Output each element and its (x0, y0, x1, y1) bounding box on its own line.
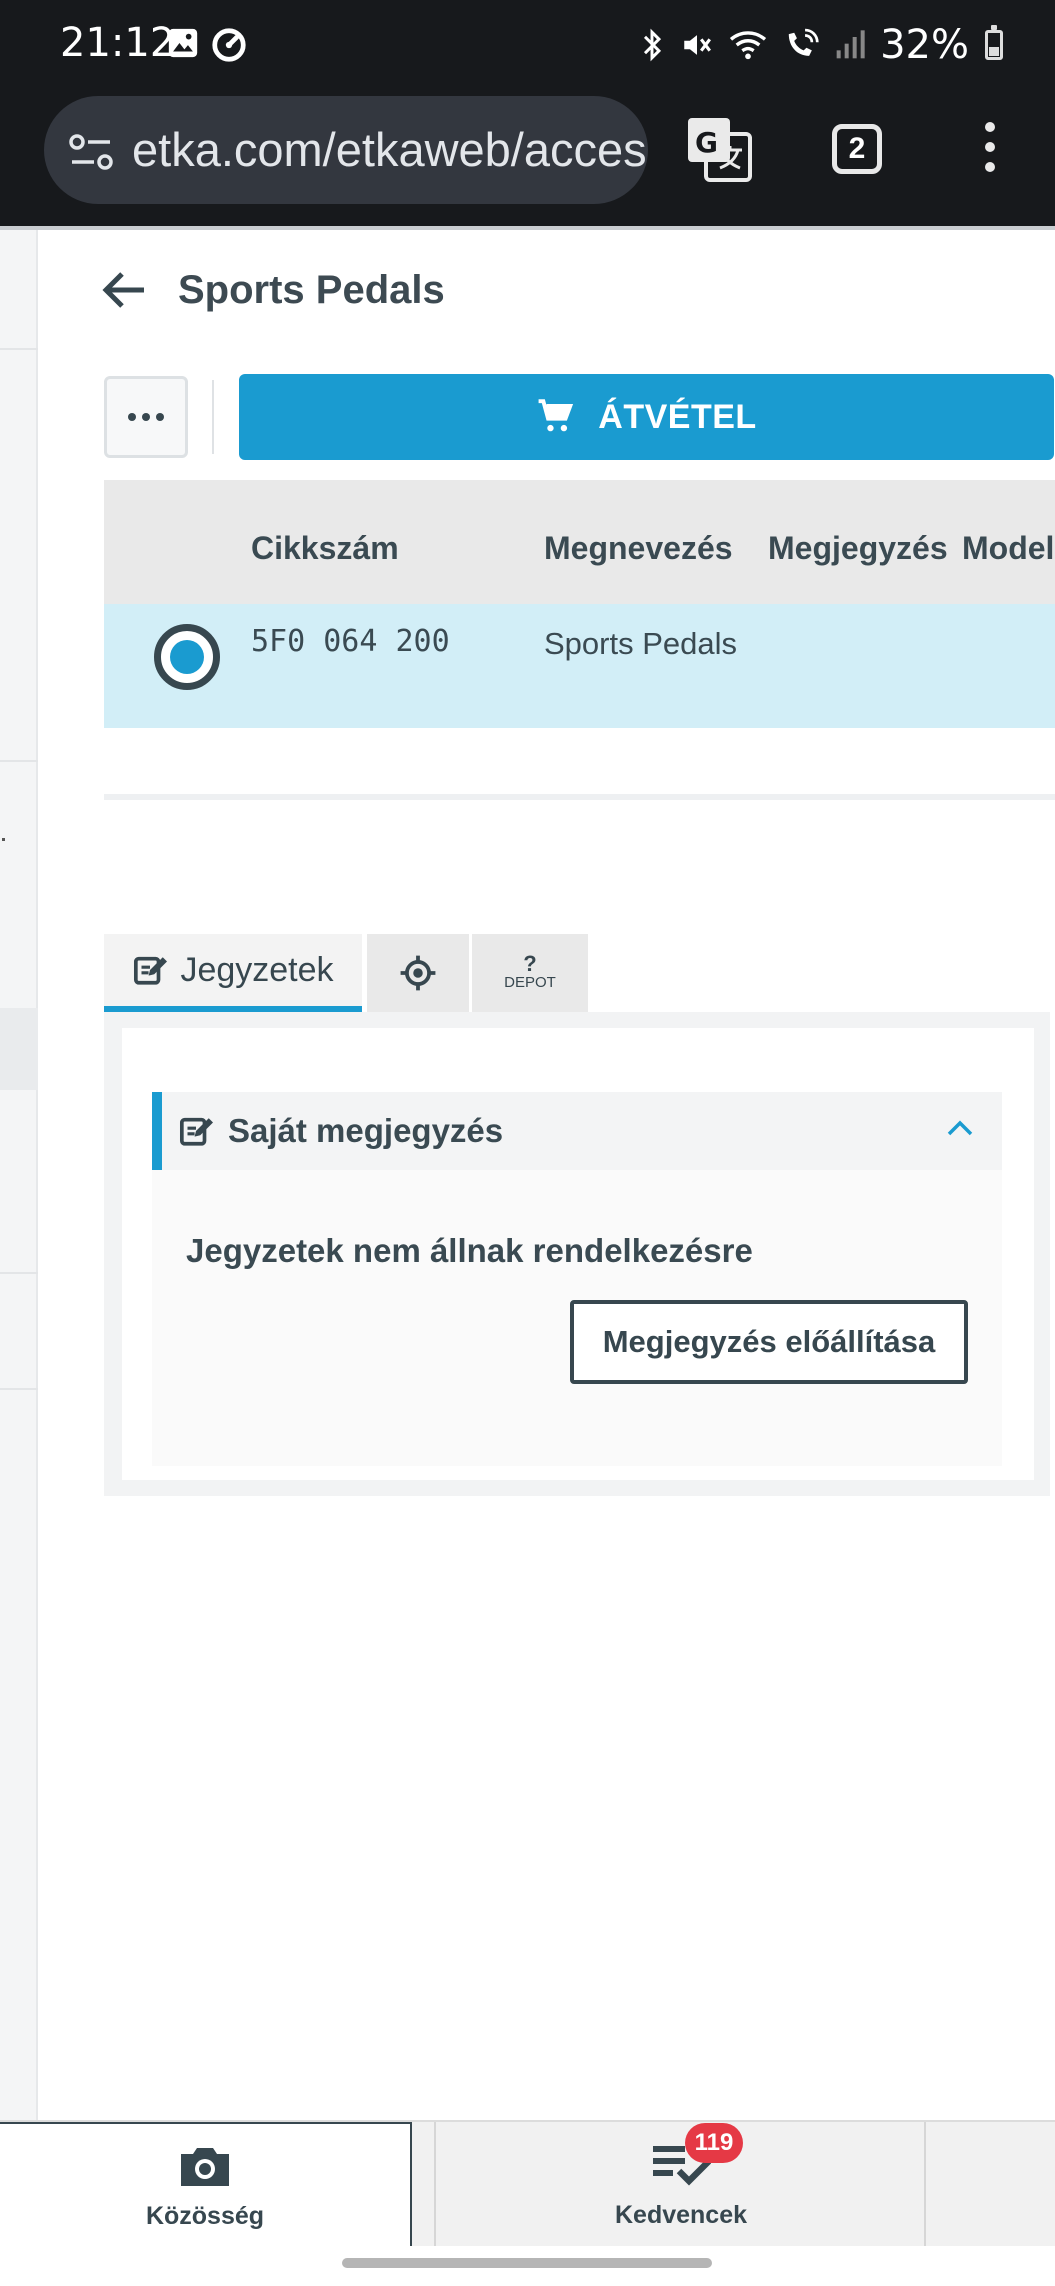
browser-toolbar: etka.com/etkaweb/access G 2 (0, 92, 1055, 226)
site-settings-icon[interactable] (68, 134, 114, 170)
notes-panel-inner: Saját megjegyzés Jegyzetek nem állnak re… (122, 1028, 1034, 1480)
more-vert-icon[interactable] (980, 122, 1000, 178)
nav-favorites-label: Kedvencek (614, 2200, 748, 2229)
nav-community-label: Közösség (145, 2201, 265, 2230)
depot-label: DEPOT (504, 974, 556, 991)
url-text: etka.com/etkaweb/access (132, 123, 648, 176)
status-left-icons (166, 26, 248, 64)
nav-community[interactable]: Közösség (0, 2122, 412, 2248)
tab-depot[interactable]: ? DEPOT (472, 934, 588, 1012)
status-time: 21:12 (60, 20, 176, 66)
table-header: Cikkszám Megnevezés Megjegyzés Model (104, 480, 1055, 604)
own-note-accordion-body: Jegyzetek nem állnak rendelkezésre Megje… (152, 1170, 1002, 1466)
create-note-button[interactable]: Megjegyzés előállítása (570, 1300, 968, 1384)
table-bottom-divider (104, 794, 1055, 800)
wifi-icon (729, 31, 767, 60)
battery-percent: 32% (880, 22, 969, 68)
crosshair-icon (400, 955, 436, 991)
mute-icon (684, 35, 712, 55)
depot-question-mark: ? (523, 951, 537, 976)
favorites-badge: 119 (685, 2122, 743, 2163)
page-title: Sports Pedals (178, 267, 445, 312)
home-indicator[interactable] (342, 2258, 712, 2268)
status-right: 32% (638, 22, 1003, 68)
cart-icon (538, 399, 574, 432)
own-note-accordion-header[interactable]: Saját megjegyzés (152, 1092, 1002, 1170)
no-notes-text: Jegyzetek nem állnak rendelkezésre (186, 1232, 753, 1269)
column-part-number[interactable]: Cikkszám (251, 530, 399, 567)
column-name[interactable]: Megnevezés (544, 530, 733, 567)
chevron-up-icon[interactable] (946, 1118, 974, 1138)
table-row[interactable] (104, 604, 1055, 728)
sync-icon (212, 28, 246, 62)
bluetooth-icon (644, 28, 662, 62)
rail-selected-block[interactable] (0, 1008, 38, 1090)
accept-button-label: ÁTVÉTEL (598, 397, 757, 436)
tab-locate[interactable] (367, 934, 469, 1012)
rail-divider (0, 348, 38, 350)
back-arrow-icon[interactable] (100, 266, 148, 314)
wifi-call-icon (788, 28, 819, 56)
left-rail (0, 230, 38, 2120)
battery-icon (985, 25, 1003, 60)
edit-note-icon (134, 956, 168, 985)
toolbar-separator (212, 380, 214, 454)
own-note-title: Saját megjegyzés (228, 1112, 504, 1149)
camera-icon (181, 2147, 229, 2186)
signal-icon (836, 30, 865, 59)
column-note[interactable]: Megjegyzés (768, 530, 948, 567)
edit-note-icon (179, 1117, 213, 1146)
nav-separator (924, 2122, 926, 2248)
row-name: Sports Pedals (544, 626, 737, 661)
favorites-icon-wrap: 119 (651, 2122, 743, 2189)
rail-divider (0, 1388, 38, 1390)
more-options-button[interactable] (104, 376, 188, 458)
tabs-count-button[interactable]: 2 (832, 124, 882, 174)
notes-panel: Saját megjegyzés Jegyzetek nem állnak re… (104, 1012, 1050, 1496)
accept-button[interactable]: ÁTVÉTEL (239, 374, 1054, 460)
image-icon (168, 28, 198, 58)
row-part-number: 5F0 064 200 (251, 624, 450, 659)
translate-icon[interactable]: G (686, 116, 752, 182)
bottom-navigation: Közösség 119 Kedvencek (0, 2120, 1055, 2248)
tab-notes[interactable]: Jegyzetek (104, 934, 362, 1012)
tab-notes-label: Jegyzetek (180, 950, 334, 989)
svg-text:G: G (695, 126, 718, 159)
rail-divider (0, 1272, 38, 1274)
parts-table: Cikkszám Megnevezés Megjegyzés Model 5F0… (104, 480, 1055, 728)
status-bar: 21:12 32% (0, 0, 1055, 92)
page-divider (0, 226, 1055, 230)
rail-divider (0, 760, 38, 762)
rail-dot (2, 838, 5, 841)
column-model[interactable]: Model (962, 530, 1054, 567)
address-bar[interactable]: etka.com/etkaweb/access (44, 96, 648, 204)
toolbar: ÁTVÉTEL (104, 374, 1054, 460)
row-select-radio[interactable] (154, 624, 220, 690)
page-header: Sports Pedals (100, 260, 445, 320)
nav-favorites[interactable]: 119 Kedvencek (436, 2122, 926, 2248)
